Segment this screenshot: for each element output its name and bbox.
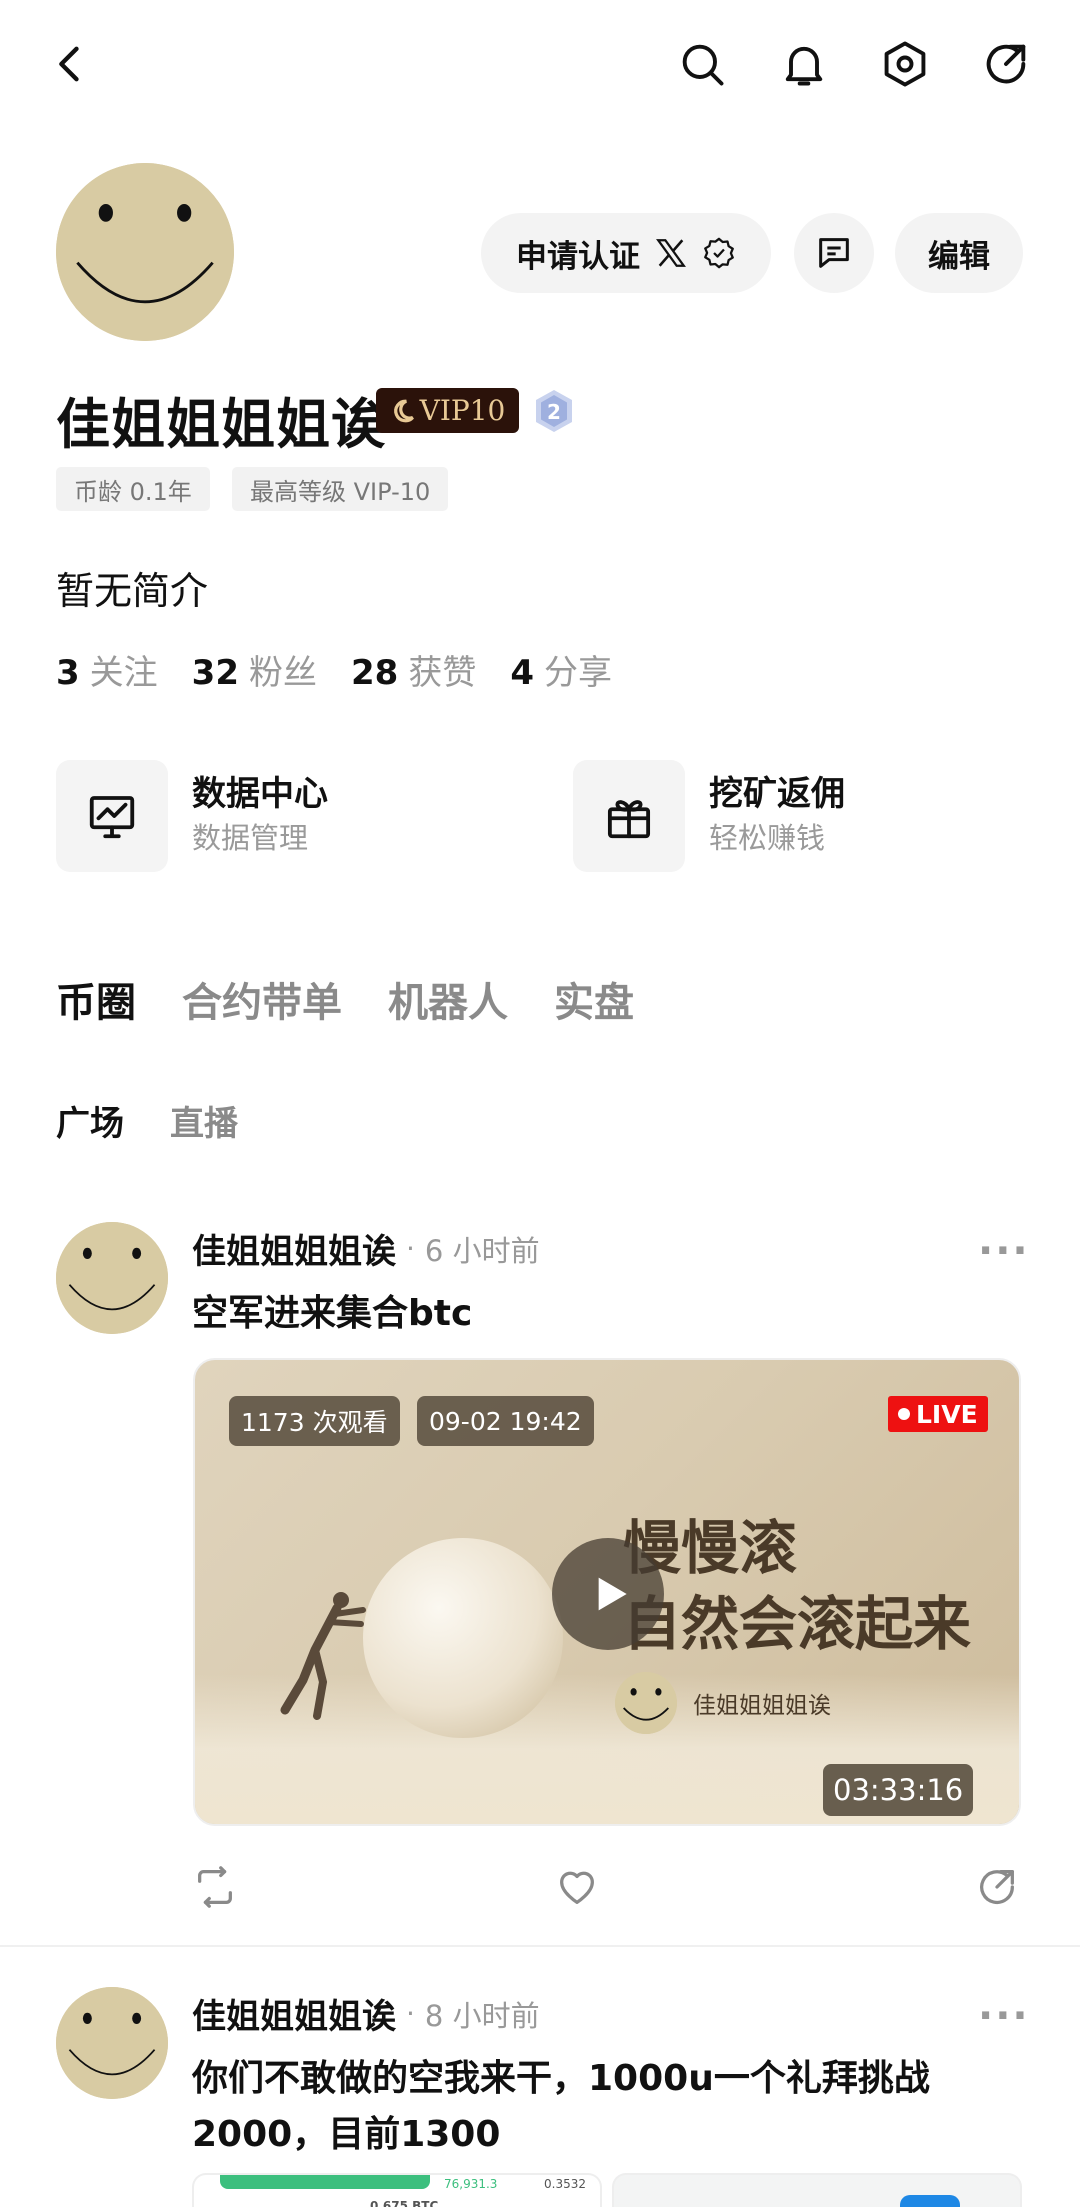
pushing-man-figure xyxy=(280,1592,366,1720)
max-level-tag: 最高等级 VIP-10 xyxy=(232,467,449,511)
verified-badge-icon xyxy=(704,237,734,269)
video-duration: 03:33:16 xyxy=(823,1764,974,1816)
post-avatar[interactable] xyxy=(56,1987,168,2099)
separator-dot: · xyxy=(406,1997,415,2030)
stat-label: 分享 xyxy=(544,653,612,693)
post-text: 空军进来集合btc xyxy=(192,1293,473,1334)
stat-shares[interactable]: 4 分享 xyxy=(510,645,612,694)
green-bar xyxy=(220,2175,430,2189)
blue-button-shape xyxy=(900,2195,960,2207)
price-value: 76,931.3 xyxy=(444,2177,498,2191)
live-dot xyxy=(898,1408,910,1420)
coin-age-tag: 币龄 0.1年 xyxy=(56,467,210,511)
ratio-value: 0.3532 xyxy=(544,2177,586,2191)
share-icon[interactable] xyxy=(976,34,1036,94)
play-button[interactable] xyxy=(552,1538,664,1650)
profile-avatar[interactable] xyxy=(56,163,234,341)
stats-row: 3 关注 32 粉丝 28 获赞 4 分享 xyxy=(56,645,612,694)
post-header: 佳姐姐姐姐诶 · 6 小时前 xyxy=(192,1224,540,1273)
position-size: 0.675 BTC xyxy=(370,2199,439,2207)
watermark-avatar xyxy=(615,1672,677,1734)
tab-bots[interactable]: 机器人 xyxy=(388,970,508,1028)
x-logo-icon xyxy=(656,239,686,267)
watermark-name: 佳姐姐姐姐诶 xyxy=(693,1693,831,1719)
verify-label: 申请认证 xyxy=(516,238,640,275)
live-replay-video[interactable]: 慢慢滚 自然会滚起来 佳姐姐姐姐诶 1173 次观看 09-02 19:42 L… xyxy=(193,1358,1021,1826)
play-icon xyxy=(598,1577,627,1611)
bell-icon[interactable] xyxy=(774,34,834,94)
chart-monitor-icon xyxy=(56,760,168,872)
post-text: 你们不敢做的空我来干，1000u一个礼拜挑战2000，目前1300 xyxy=(192,2058,930,2155)
card-title: 挖矿返佣 xyxy=(709,774,845,814)
video-date: 09-02 19:42 xyxy=(417,1396,594,1446)
stat-label: 获赞 xyxy=(408,653,477,693)
post-author[interactable]: 佳姐姐姐姐诶 xyxy=(192,1989,396,2038)
message-button[interactable] xyxy=(794,213,874,293)
sub-tabs: 广场 直播 xyxy=(56,1096,238,1145)
live-label: LIVE xyxy=(916,1399,978,1429)
post-avatar[interactable] xyxy=(56,1222,168,1334)
tab-real-trading[interactable]: 实盘 xyxy=(554,970,634,1028)
message-icon xyxy=(819,238,849,268)
top-bar xyxy=(0,0,1080,130)
post-author[interactable]: 佳姐姐姐姐诶 xyxy=(192,1224,396,1273)
video-title: 慢慢滚 自然会滚起来 xyxy=(623,1510,971,1662)
stat-following[interactable]: 3 关注 xyxy=(56,645,158,694)
settings-hex-icon[interactable] xyxy=(875,34,935,94)
live-badge: LIVE xyxy=(888,1396,988,1432)
more-options-icon[interactable]: ··· xyxy=(978,1993,1030,2039)
tab-coin-circle[interactable]: 币圈 xyxy=(56,970,136,1028)
apply-verify-button[interactable]: 申请认证 xyxy=(481,213,771,293)
video-title-line2: 自然会滚起来 xyxy=(623,1590,972,1658)
vip-label: VIP10 xyxy=(419,394,506,427)
stat-likes[interactable]: 28 获赞 xyxy=(351,645,476,694)
mining-rebate-card[interactable]: 挖矿返佣 轻松赚钱 xyxy=(573,760,845,872)
post-image-chart[interactable] xyxy=(612,2173,1022,2207)
level-number: 2 xyxy=(547,400,561,424)
post-header: 佳姐姐姐姐诶 · 8 小时前 xyxy=(192,1989,540,2038)
stat-num: 4 xyxy=(510,653,534,693)
stat-followers[interactable]: 32 粉丝 xyxy=(192,645,317,694)
edit-profile-button[interactable]: 编辑 xyxy=(895,213,1023,293)
stat-num: 3 xyxy=(56,653,80,693)
tab-live[interactable]: 直播 xyxy=(170,1096,238,1145)
profile-name: 佳姐姐姐姐诶 xyxy=(56,393,386,456)
stat-label: 关注 xyxy=(89,653,158,693)
level-badge[interactable]: 2 xyxy=(532,388,576,434)
share-post-icon[interactable] xyxy=(974,1864,1024,1914)
back-icon[interactable] xyxy=(40,34,100,94)
edit-label: 编辑 xyxy=(928,238,990,275)
rolling-ball xyxy=(363,1538,563,1738)
stat-label: 粉丝 xyxy=(249,653,317,693)
data-center-card[interactable]: 数据中心 数据管理 xyxy=(56,760,328,872)
video-title-line1: 慢慢滚 xyxy=(623,1514,798,1582)
card-subtitle: 数据管理 xyxy=(192,821,309,855)
tab-square[interactable]: 广场 xyxy=(56,1096,124,1145)
card-title: 数据中心 xyxy=(192,774,328,814)
post-image-trade-screenshot[interactable]: 76,931.3 0.3532 0.675 BTC xyxy=(192,2173,602,2207)
post-divider xyxy=(0,1945,1080,1947)
separator-dot: · xyxy=(406,1232,415,1265)
post-images: 76,931.3 0.3532 0.675 BTC xyxy=(192,2173,1022,2207)
search-icon[interactable] xyxy=(672,34,732,94)
bio-text: 暂无简介 xyxy=(56,569,209,613)
gift-icon xyxy=(573,760,685,872)
post-time: 6 小时前 xyxy=(424,1233,540,1268)
vip-moon-icon xyxy=(393,399,414,422)
more-options-icon[interactable]: ··· xyxy=(978,1228,1030,1274)
post-actions xyxy=(0,1864,1080,1924)
main-tabs: 币圈 合约带单 机器人 实盘 xyxy=(56,970,634,1028)
post-time: 8 小时前 xyxy=(424,1998,540,2033)
like-icon[interactable] xyxy=(554,1864,604,1914)
stat-num: 28 xyxy=(351,653,399,693)
view-count: 1173 次观看 xyxy=(229,1396,400,1446)
vip-badge[interactable]: VIP10 xyxy=(376,388,519,433)
tab-copy-trading[interactable]: 合约带单 xyxy=(182,970,342,1028)
repost-icon[interactable] xyxy=(192,1864,242,1914)
card-subtitle: 轻松赚钱 xyxy=(709,821,826,855)
stat-num: 32 xyxy=(191,653,239,693)
